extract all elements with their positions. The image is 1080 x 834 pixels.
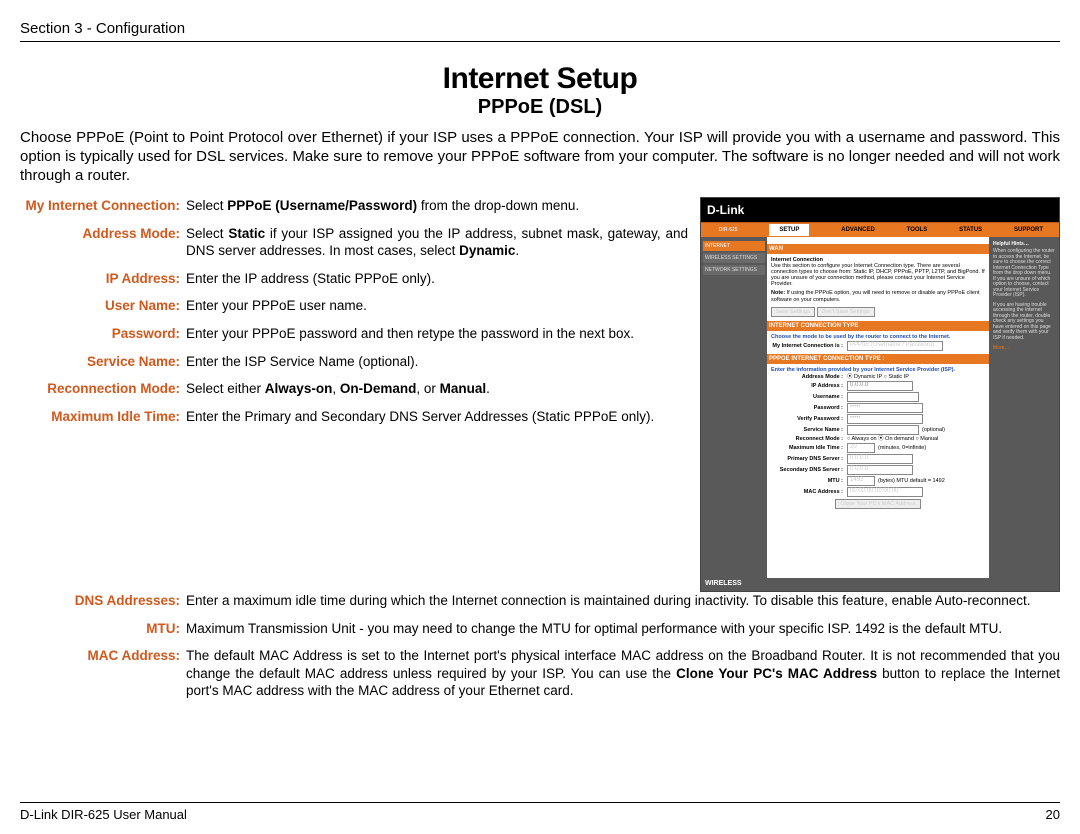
def-label: MAC Address:: [20, 647, 186, 700]
def-text: Enter the ISP Service Name (optional).: [186, 353, 688, 371]
nav-setup[interactable]: SETUP: [769, 224, 809, 236]
service-input[interactable]: [847, 425, 919, 435]
pdns-input[interactable]: 0.0.0.0: [847, 454, 913, 464]
password-input[interactable]: •••••: [847, 403, 923, 413]
sdns-input[interactable]: 0.0.0.0: [847, 465, 913, 475]
def-user-name: User Name: Enter your PPPoE user name.: [20, 297, 688, 315]
side-internet[interactable]: INTERNET: [703, 241, 765, 251]
def-text: Select either Always-on, On-Demand, or M…: [186, 380, 688, 398]
def-label: IP Address:: [20, 270, 186, 288]
def-text: Maximum Transmission Unit - you may need…: [186, 620, 1060, 638]
router-screenshot: D-Link DIR-625 SETUP ADVANCED TOOLS STAT…: [700, 197, 1060, 592]
pppoe-band: PPPOE INTERNET CONNECTION TYPE :: [767, 354, 989, 364]
mac-input[interactable]: 00:00:00:00:00:00: [847, 487, 923, 497]
page-number: 20: [1046, 807, 1060, 822]
dont-save-button[interactable]: Don't Save Settings: [817, 307, 875, 317]
def-mac-address: MAC Address: The default MAC Address is …: [20, 647, 1060, 700]
verify-password-input[interactable]: •••••: [847, 414, 923, 424]
username-input[interactable]: [847, 392, 919, 402]
def-label: My Internet Connection:: [20, 197, 186, 215]
page-title: Internet Setup: [20, 62, 1060, 96]
def-text: Enter your PPPoE password and then retyp…: [186, 325, 688, 343]
def-text: Enter a maximum idle time during which t…: [186, 592, 1060, 610]
def-text: Select Static if your ISP assigned you t…: [186, 225, 688, 260]
def-text: Enter your PPPoE user name.: [186, 297, 688, 315]
nav-advanced[interactable]: ADVANCED: [841, 227, 875, 233]
intro-paragraph: Choose PPPoE (Point to Point Protocol ov…: [20, 129, 1060, 185]
def-text: Enter the Primary and Secondary DNS Serv…: [186, 408, 688, 426]
def-label: User Name:: [20, 297, 186, 315]
def-label: Service Name:: [20, 353, 186, 371]
brand-logo: D-Link: [707, 203, 744, 217]
def-address-mode: Address Mode: Select Static if your ISP …: [20, 225, 688, 260]
footer-left: D-Link DIR-625 User Manual: [20, 807, 187, 822]
page-subtitle: PPPoE (DSL): [20, 96, 1060, 119]
router-nav: DIR-625 SETUP ADVANCED TOOLS STATUS SUPP…: [701, 222, 1059, 237]
def-dns-addresses: DNS Addresses: Enter a maximum idle time…: [20, 592, 1060, 610]
save-button[interactable]: Save Settings: [771, 307, 815, 317]
def-label: Password:: [20, 325, 186, 343]
router-help: Helpful Hints… When configuring the rout…: [989, 237, 1059, 578]
section-header: Section 3 - Configuration: [20, 20, 1060, 37]
router-main: WAN Internet Connection Use this section…: [767, 237, 989, 578]
def-label: Maximum Idle Time:: [20, 408, 186, 426]
def-text: The default MAC Address is set to the In…: [186, 647, 1060, 700]
nav-tools[interactable]: TOOLS: [907, 227, 928, 233]
router-sidebar: INTERNET WIRELESS SETTINGS NETWORK SETTI…: [701, 237, 767, 578]
def-password: Password: Enter your PPPoE password and …: [20, 325, 688, 343]
side-wireless[interactable]: WIRELESS SETTINGS: [703, 253, 765, 263]
clone-mac-button[interactable]: Clone Your PC's MAC Address: [835, 499, 920, 509]
def-max-idle: Maximum Idle Time: Enter the Primary and…: [20, 408, 688, 426]
ict-band: INTERNET CONNECTION TYPE: [767, 321, 989, 331]
def-label: MTU:: [20, 620, 186, 638]
def-mtu: MTU: Maximum Transmission Unit - you may…: [20, 620, 1060, 638]
def-my-internet-connection: My Internet Connection: Select PPPoE (Us…: [20, 197, 688, 215]
def-service-name: Service Name: Enter the ISP Service Name…: [20, 353, 688, 371]
def-reconnection-mode: Reconnection Mode: Select either Always-…: [20, 380, 688, 398]
page-footer: D-Link DIR-625 User Manual 20: [20, 802, 1060, 822]
ip-input[interactable]: 0.0.0.0: [847, 381, 913, 391]
def-ip-address: IP Address: Enter the IP address (Static…: [20, 270, 688, 288]
def-label: Address Mode:: [20, 225, 186, 260]
wan-band: WAN: [767, 244, 989, 254]
def-label: Reconnection Mode:: [20, 380, 186, 398]
more-link[interactable]: More…: [993, 345, 1055, 351]
idle-input[interactable]: 20: [847, 443, 875, 453]
wireless-band: WIRELESS: [701, 578, 1059, 589]
nav-support[interactable]: SUPPORT: [1014, 227, 1043, 233]
def-text: Select PPPoE (Username/Password) from th…: [186, 197, 688, 215]
mtu-input[interactable]: 1492: [847, 476, 875, 486]
def-label: DNS Addresses:: [20, 592, 186, 610]
side-network[interactable]: NETWORK SETTINGS: [703, 265, 765, 275]
connection-select[interactable]: PPPoE (Username / Password): [847, 341, 943, 351]
divider-top: [20, 41, 1060, 42]
router-header: D-Link: [701, 198, 1059, 222]
def-text: Enter the IP address (Static PPPoE only)…: [186, 270, 688, 288]
nav-status[interactable]: STATUS: [959, 227, 982, 233]
